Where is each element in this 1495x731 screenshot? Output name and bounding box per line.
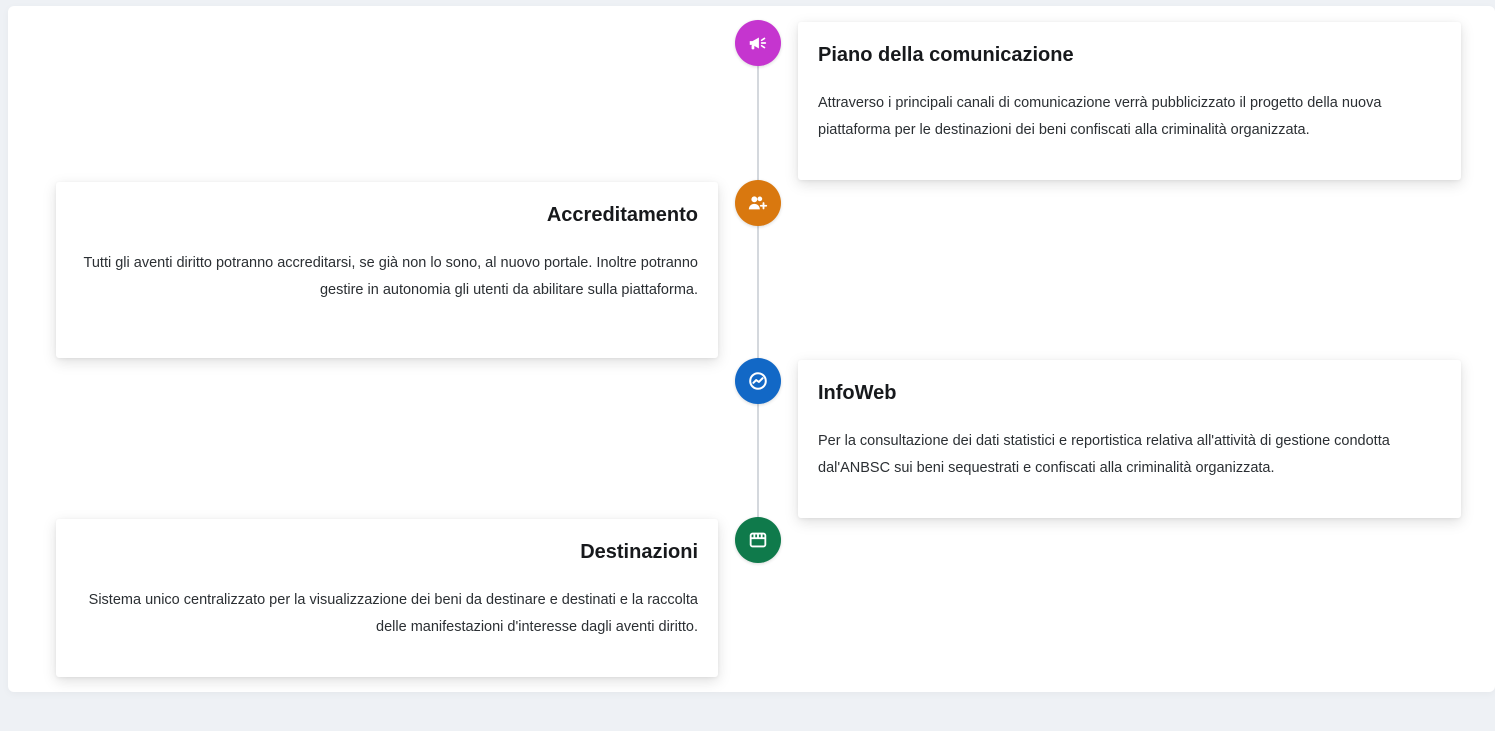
card-description: Tutti gli aventi diritto potranno accred… <box>83 255 698 298</box>
megaphone-icon <box>749 37 767 50</box>
timeline-marker-accreditamento <box>735 180 781 226</box>
card-description: Per la consultazione dei dati statistici… <box>818 433 1390 476</box>
chart-gauge-icon <box>749 372 767 390</box>
timeline-card-infoweb: InfoWeb Per la consultazione dei dati st… <box>798 360 1461 518</box>
storefront-icon <box>749 532 767 548</box>
timeline-marker-piano <box>735 20 781 66</box>
card-description: Attraverso i principali canali di comuni… <box>818 95 1382 138</box>
card-title: Destinazioni <box>580 541 698 563</box>
card-description: Sistema unico centralizzato per la visua… <box>88 592 698 635</box>
timeline-card-destinazioni: Destinazioni Sistema unico centralizzato… <box>56 519 718 677</box>
user-add-icon <box>748 196 768 210</box>
timeline-card-accreditamento: Accreditamento Tutti gli aventi diritto … <box>56 182 718 358</box>
timeline-marker-infoweb <box>735 358 781 404</box>
timeline-line <box>757 44 759 544</box>
card-title: Accreditamento <box>546 204 698 226</box>
timeline-marker-destinazioni <box>735 517 781 563</box>
timeline-card-piano: Piano della comunicazione Attraverso i p… <box>798 22 1461 180</box>
card-title: Piano della comunicazione <box>818 44 1074 66</box>
card-title: InfoWeb <box>818 382 897 404</box>
